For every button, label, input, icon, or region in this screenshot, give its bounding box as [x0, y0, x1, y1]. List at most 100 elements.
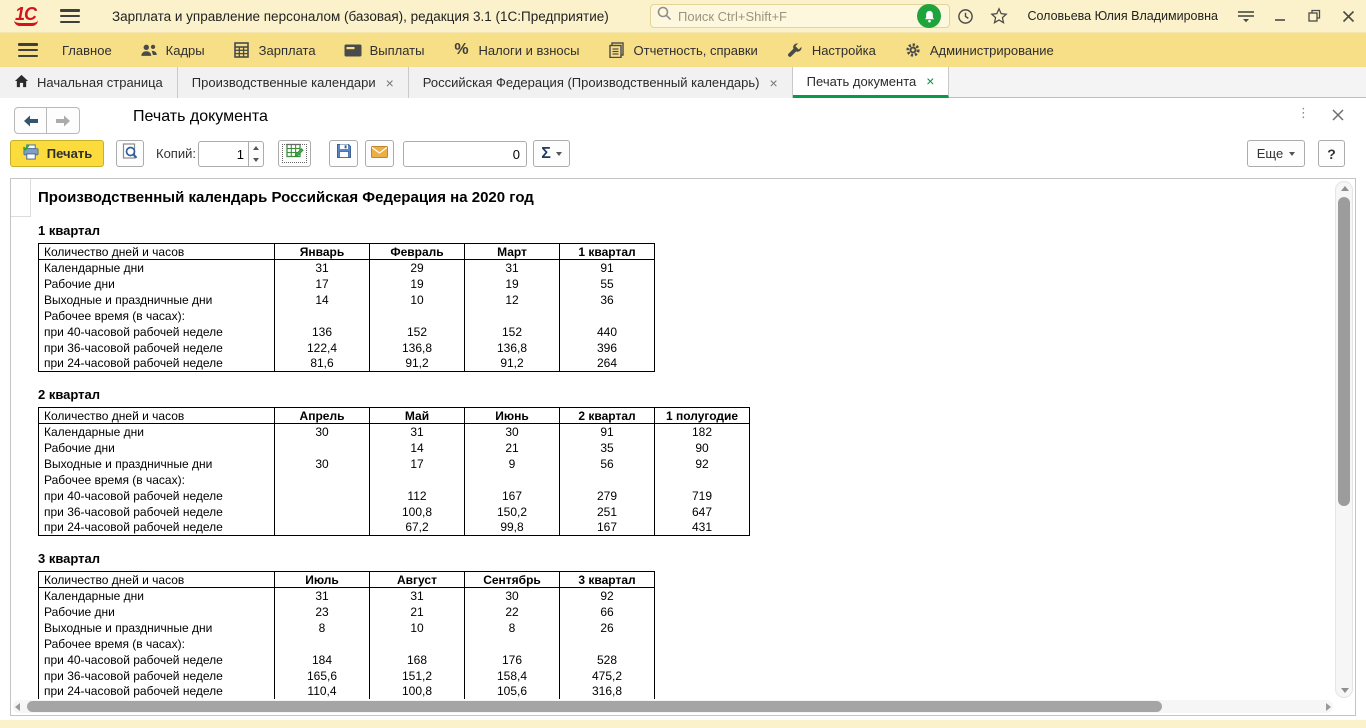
tab-production-calendars[interactable]: Производственные календари × — [178, 67, 409, 98]
table-cell: 110,4 — [275, 684, 370, 700]
send-email-button[interactable] — [365, 140, 394, 167]
edit-spreadsheet-button[interactable] — [278, 140, 311, 167]
table-cell: 647 — [655, 504, 750, 520]
more-actions-button[interactable]: Еще — [1247, 140, 1305, 167]
help-button[interactable]: ? — [1318, 140, 1345, 167]
table-cell: 136 — [275, 324, 370, 340]
scroll-up-icon[interactable] — [1341, 186, 1349, 191]
table-cell: 30 — [465, 588, 560, 604]
vertical-scrollbar[interactable] — [1335, 181, 1353, 698]
forward-button[interactable] — [47, 107, 80, 134]
global-search-input[interactable]: Поиск Ctrl+Shift+F — [650, 4, 950, 28]
menu-item-label: Кадры — [166, 43, 205, 58]
history-icon[interactable] — [955, 6, 975, 26]
horizontal-scrollbar[interactable] — [13, 700, 1333, 713]
table-row: Рабочие дни17191955 — [39, 276, 655, 292]
table-cell: 31 — [370, 588, 465, 604]
tab-print-document[interactable]: Печать документа × — [793, 67, 950, 98]
menu-item-salary[interactable]: Зарплата — [219, 33, 330, 67]
table-header-cell: 2 квартал — [560, 408, 655, 424]
printer-icon — [22, 144, 40, 163]
table-cell — [275, 520, 370, 536]
table-header-cell: Сентябрь — [465, 572, 560, 588]
table-cell: 22 — [465, 604, 560, 620]
window-bottom-edge — [0, 720, 1366, 728]
spin-up-icon[interactable] — [249, 142, 263, 154]
restore-icon[interactable] — [1304, 6, 1324, 26]
print-button[interactable]: Печать — [10, 140, 104, 167]
history-nav-group — [14, 107, 80, 134]
chevron-down-icon — [1289, 152, 1295, 156]
table-row: при 24-часовой рабочей неделе67,299,8167… — [39, 520, 750, 536]
table-header-cell: Количество дней и часов — [39, 244, 275, 260]
section-heading-q2: 2 квартал — [38, 387, 1333, 402]
tab-close-icon[interactable]: × — [386, 75, 394, 91]
print-preview-button[interactable] — [116, 140, 144, 167]
table-cell: 105,6 — [465, 684, 560, 700]
menu-item-settings[interactable]: Настройка — [772, 33, 890, 67]
menu-item-reports[interactable]: Отчетность, справки — [594, 33, 772, 67]
favorites-star-icon[interactable] — [989, 6, 1009, 26]
table-cell: 10 — [370, 620, 465, 636]
sections-panel-icon[interactable] — [18, 43, 38, 57]
table-cell — [370, 472, 465, 488]
tab-home[interactable]: Начальная страница — [0, 67, 178, 98]
notifications-bell-icon[interactable] — [917, 4, 941, 28]
print-button-label: Печать — [47, 146, 92, 161]
close-form-icon[interactable] — [1332, 108, 1344, 126]
tab-label: Производственные календари — [192, 75, 376, 90]
table-cell: 21 — [465, 440, 560, 456]
window-options-dots-icon[interactable]: ⋮ — [1297, 110, 1310, 115]
vertical-scroll-thumb[interactable] — [1338, 197, 1350, 506]
menu-item-main[interactable]: Главное — [48, 33, 126, 67]
envelope-icon — [371, 145, 388, 163]
table-cell: 251 — [560, 504, 655, 520]
scale-value-field[interactable] — [403, 141, 527, 167]
tab-russian-federation-calendar[interactable]: Российская Федерация (Производственный к… — [409, 67, 793, 98]
table-cell: 279 — [560, 488, 655, 504]
search-icon — [657, 6, 672, 26]
spreadsheet-document-panel: Производственный календарь Российская Фе… — [10, 178, 1356, 716]
calendar-table-q3: Количество дней и часовИюльАвгустСентябр… — [38, 571, 655, 699]
scroll-right-icon[interactable] — [1326, 703, 1331, 711]
scroll-left-icon[interactable] — [15, 703, 20, 711]
menu-item-label: Отчетность, справки — [634, 43, 758, 58]
menu-item-hr[interactable]: Кадры — [126, 33, 219, 67]
table-header-cell: 1 полугодие — [655, 408, 750, 424]
table-cell: 92 — [560, 588, 655, 604]
table-cell: 719 — [655, 488, 750, 504]
sum-button[interactable]: Σ — [533, 140, 570, 167]
horizontal-scroll-thumb[interactable] — [27, 701, 1162, 712]
service-menu-icon[interactable] — [1236, 6, 1256, 26]
copies-input[interactable] — [198, 141, 248, 167]
spin-down-icon[interactable] — [249, 154, 263, 166]
card-icon — [344, 41, 362, 59]
current-user-name[interactable]: Соловьева Юлия Владимировна — [1027, 9, 1218, 23]
table-cell: при 40-часовой рабочей неделе — [39, 324, 275, 340]
gear-icon — [904, 41, 922, 59]
save-button[interactable] — [329, 140, 358, 167]
window-titlebar: 1С Зарплата и управление персоналом (баз… — [0, 0, 1366, 32]
menu-item-taxes[interactable]: % Налоги и взносы — [438, 33, 593, 67]
table-cell — [275, 636, 370, 652]
document-content: Производственный календарь Российская Фе… — [11, 179, 1333, 699]
menu-item-payments[interactable]: Выплаты — [330, 33, 439, 67]
main-menu-icon[interactable] — [60, 9, 80, 23]
menu-item-label: Главное — [62, 43, 112, 58]
table-cell — [275, 440, 370, 456]
close-icon[interactable] — [1338, 6, 1358, 26]
tab-close-icon[interactable]: × — [769, 75, 777, 91]
tab-label: Российская Федерация (Производственный к… — [423, 75, 760, 90]
table-cell: 31 — [275, 260, 370, 276]
menu-item-administration[interactable]: Администрирование — [890, 33, 1068, 67]
scroll-down-icon[interactable] — [1341, 688, 1349, 693]
table-cell: 112 — [370, 488, 465, 504]
table-cell: 152 — [370, 324, 465, 340]
table-row: Календарные дни31313092 — [39, 588, 655, 604]
back-button[interactable] — [14, 107, 47, 134]
tab-close-icon[interactable]: × — [926, 73, 934, 89]
table-header-cell: Март — [465, 244, 560, 260]
copies-stepper — [198, 141, 264, 167]
table-cell: Рабочие дни — [39, 276, 275, 292]
minimize-icon[interactable] — [1270, 6, 1290, 26]
